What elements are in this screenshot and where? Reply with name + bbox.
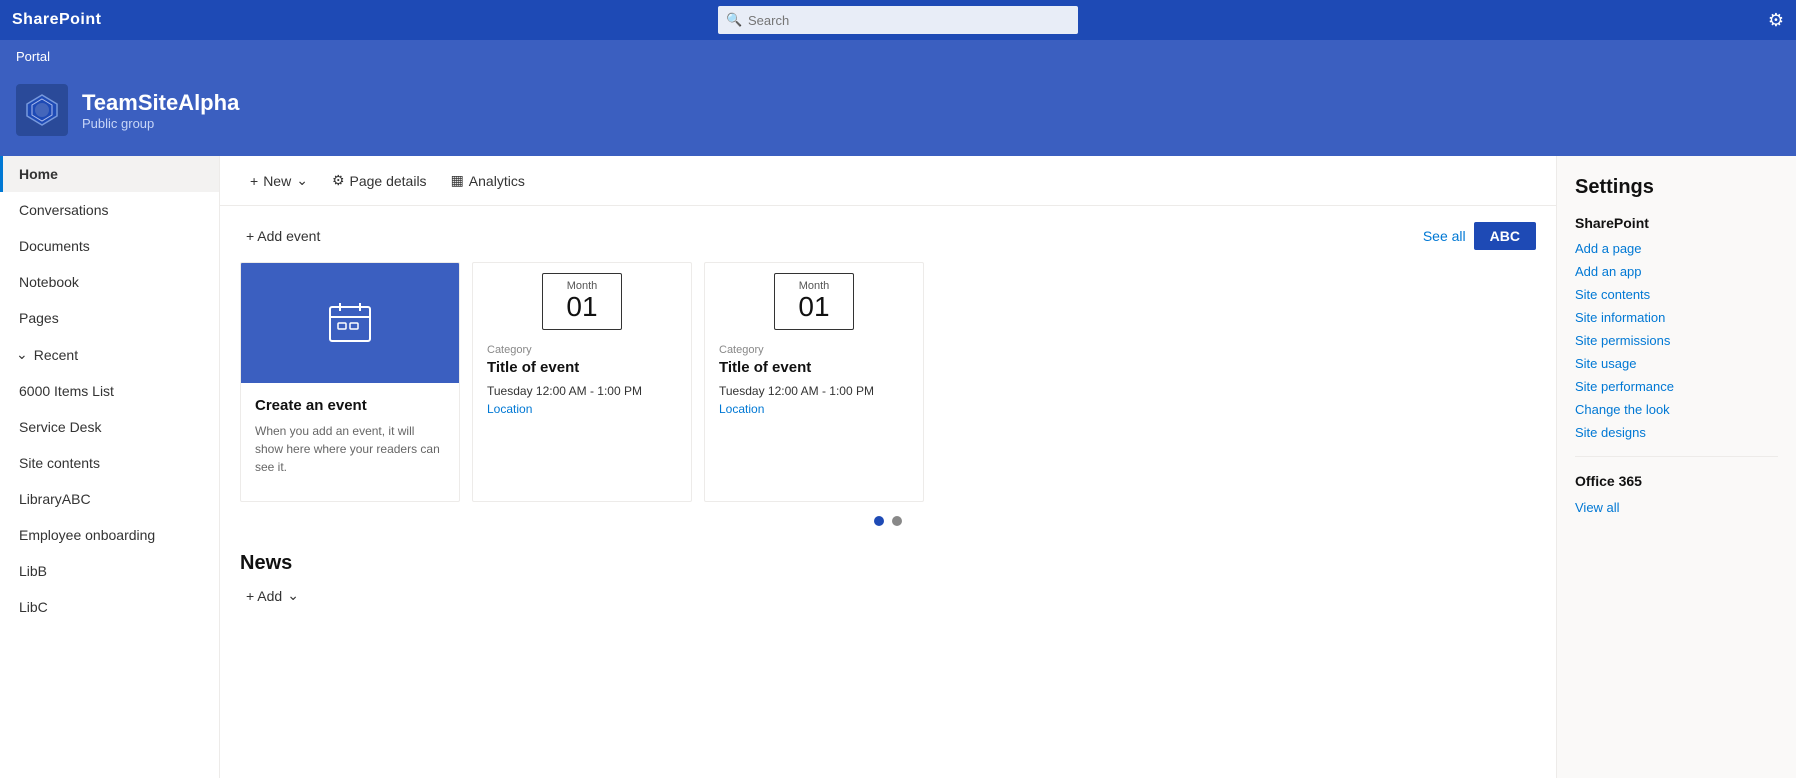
sidebar-item-notebook[interactable]: Notebook [0, 264, 219, 300]
event-2-location: Location [719, 402, 909, 416]
site-logo [16, 84, 68, 136]
sidebar-item-conversations[interactable]: Conversations [0, 192, 219, 228]
settings-link-site-performance[interactable]: Site performance [1575, 379, 1778, 394]
office365-title: Office 365 [1575, 473, 1778, 489]
carousel-dot-2[interactable] [892, 516, 902, 526]
sharepoint-logo: SharePoint [12, 11, 101, 29]
search-input[interactable] [718, 6, 1078, 34]
sidebar-item-service-desk[interactable]: Service Desk [0, 409, 219, 445]
analytics-icon: ▦ [451, 172, 464, 189]
event-2-calendar: Month 01 [774, 273, 854, 330]
event-1-category: Category [487, 344, 677, 356]
chevron-icon: ⌄ [296, 172, 308, 189]
event-1-time: Tuesday 12:00 AM - 1:00 PM [487, 384, 677, 398]
sidebar-item-documents[interactable]: Documents [0, 228, 219, 264]
new-label: New [263, 173, 291, 189]
news-add-chevron: ⌄ [287, 587, 299, 604]
events-section-header: + Add event See all ABC [240, 222, 1536, 250]
analytics-button[interactable]: ▦ Analytics [441, 166, 535, 195]
event-2-time: Tuesday 12:00 AM - 1:00 PM [719, 384, 909, 398]
event-1-title: Title of event [487, 359, 677, 376]
new-button[interactable]: + New ⌄ [240, 166, 318, 195]
add-event-button[interactable]: + Add event [240, 224, 326, 248]
sidebar-item-library-abc[interactable]: LibraryABC [0, 481, 219, 517]
events-section: + Add event See all ABC [220, 206, 1556, 542]
create-event-card[interactable]: Create an event When you add an event, i… [240, 262, 460, 502]
carousel-dots [240, 516, 1536, 526]
page-details-button[interactable]: ⚙ Page details [322, 166, 437, 195]
settings-panel-title: Settings [1575, 176, 1778, 199]
view-all-link[interactable]: View all [1575, 500, 1620, 515]
event-1-day: 01 [566, 292, 597, 323]
analytics-label: Analytics [469, 173, 525, 189]
site-banner: TeamSiteAlpha Public group [0, 72, 1796, 156]
create-event-desc: When you add an event, it will show here… [255, 422, 445, 476]
settings-link-site-designs[interactable]: Site designs [1575, 425, 1778, 440]
search-icon: 🔍 [726, 12, 742, 28]
news-add-button[interactable]: + Add ⌄ [240, 583, 305, 608]
site-type: Public group [82, 116, 239, 131]
site-name: TeamSiteAlpha [82, 90, 239, 116]
site-header: Portal [0, 40, 1796, 72]
create-event-body: Create an event When you add an event, i… [241, 383, 459, 486]
settings-panel: Settings SharePoint Add a page Add an ap… [1556, 156, 1796, 778]
site-logo-icon [24, 92, 60, 128]
calendar-icon [324, 297, 376, 349]
topbar: SharePoint 🔍 ⚙ [0, 0, 1796, 40]
settings-link-add-page[interactable]: Add a page [1575, 241, 1778, 256]
gear-button[interactable]: ⚙ [1768, 10, 1784, 31]
event-2-category: Category [719, 344, 909, 356]
sidebar-item-libc[interactable]: LibC [0, 589, 219, 625]
carousel-dot-1[interactable] [874, 516, 884, 526]
sidebar-item-libb[interactable]: LibB [0, 553, 219, 589]
event-2-body: Category Title of event Tuesday 12:00 AM… [705, 330, 923, 430]
news-section-title: News [240, 552, 1536, 575]
see-all-link[interactable]: See all [1423, 228, 1466, 244]
event-card-2[interactable]: Month 01 Category Title of event Tuesday… [704, 262, 924, 502]
events-grid: Create an event When you add an event, i… [240, 262, 1536, 502]
settings-link-site-information[interactable]: Site information [1575, 310, 1778, 325]
sidebar-item-employee-onboarding[interactable]: Employee onboarding [0, 517, 219, 553]
page-details-icon: ⚙ [332, 172, 345, 189]
recent-group-label: Recent [34, 347, 78, 363]
event-2-day: 01 [798, 292, 829, 323]
sidebar-item-6000-items[interactable]: 6000 Items List [0, 373, 219, 409]
create-event-hero [241, 263, 459, 383]
breadcrumb: Portal [16, 49, 50, 64]
site-info: TeamSiteAlpha Public group [82, 90, 239, 131]
news-add-label: + Add [246, 588, 282, 604]
sidebar-item-pages[interactable]: Pages [0, 300, 219, 336]
settings-link-site-permissions[interactable]: Site permissions [1575, 333, 1778, 348]
plus-icon: + [250, 173, 258, 189]
content-area: + New ⌄ ⚙ Page details ▦ Analytics + Add… [220, 156, 1556, 778]
sharepoint-section-title: SharePoint [1575, 215, 1778, 231]
event-1-calendar: Month 01 [542, 273, 622, 330]
settings-link-add-app[interactable]: Add an app [1575, 264, 1778, 279]
sidebar: Home Conversations Documents Notebook Pa… [0, 156, 220, 778]
main-layout: Home Conversations Documents Notebook Pa… [0, 156, 1796, 778]
settings-link-change-look[interactable]: Change the look [1575, 402, 1778, 417]
abc-badge-button[interactable]: ABC [1474, 222, 1536, 250]
settings-link-site-usage[interactable]: Site usage [1575, 356, 1778, 371]
add-event-label: + Add event [246, 228, 320, 244]
page-details-label: Page details [350, 173, 427, 189]
sidebar-item-home[interactable]: Home [0, 156, 219, 192]
news-section: News + Add ⌄ [220, 542, 1556, 618]
search-container: 🔍 [718, 6, 1078, 34]
chevron-down-icon: ⌄ [16, 346, 28, 363]
create-event-title: Create an event [255, 397, 445, 414]
event-1-body: Category Title of event Tuesday 12:00 AM… [473, 330, 691, 430]
settings-divider [1575, 456, 1778, 457]
event-card-1[interactable]: Month 01 Category Title of event Tuesday… [472, 262, 692, 502]
see-all-area: See all ABC [1423, 222, 1536, 250]
toolbar: + New ⌄ ⚙ Page details ▦ Analytics [220, 156, 1556, 206]
sidebar-item-site-contents[interactable]: Site contents [0, 445, 219, 481]
sidebar-recent-group[interactable]: ⌄ Recent [0, 336, 219, 373]
event-2-title: Title of event [719, 359, 909, 376]
settings-link-site-contents[interactable]: Site contents [1575, 287, 1778, 302]
event-1-location: Location [487, 402, 677, 416]
